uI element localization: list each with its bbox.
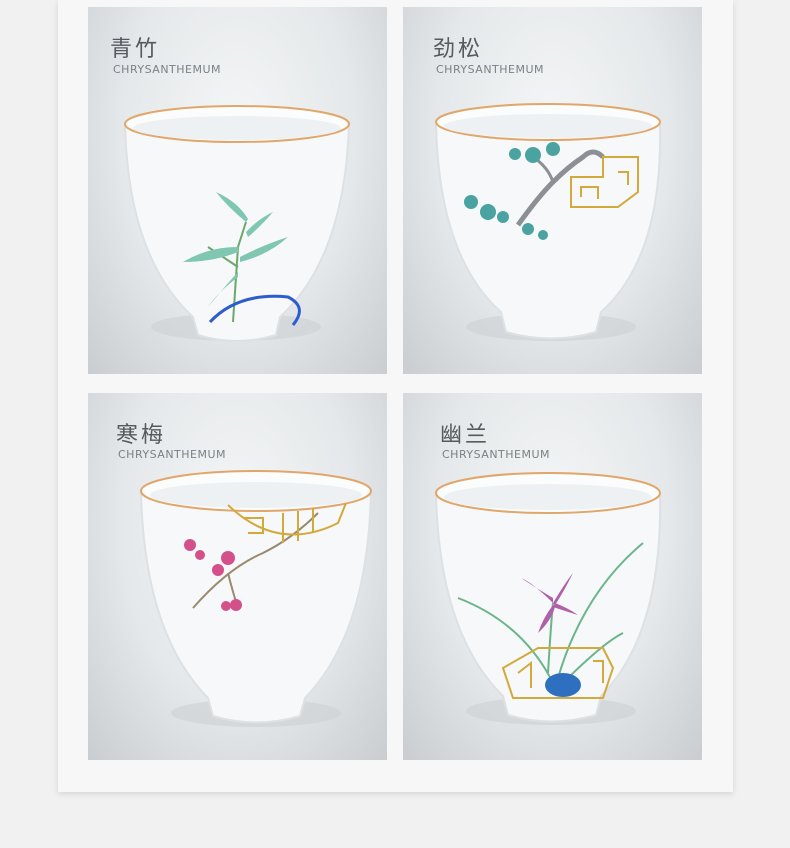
- product-name: 劲松: [433, 37, 484, 62]
- product-tile-pine[interactable]: 劲松 CHRYSANTHEMUM: [403, 7, 702, 374]
- product-name: 幽兰: [440, 423, 491, 448]
- product-tile-orchid[interactable]: 幽兰 CHRYSANTHEMUM: [403, 393, 702, 760]
- product-subtitle: CHRYSANTHEMUM: [436, 63, 545, 76]
- product-subtitle: CHRYSANTHEMUM: [118, 448, 227, 461]
- product-name: 寒梅: [116, 423, 167, 448]
- product-name: 青竹: [110, 37, 161, 62]
- product-subtitle: CHRYSANTHEMUM: [442, 448, 551, 461]
- product-gallery-card: 青竹 CHRYSANTHEMUM 劲松 CHRYSANTHEMUM 寒梅 CHR…: [58, 0, 733, 792]
- product-tile-bamboo[interactable]: 青竹 CHRYSANTHEMUM: [88, 7, 387, 374]
- product-subtitle: CHRYSANTHEMUM: [113, 63, 222, 76]
- product-tile-plum-blossom[interactable]: 寒梅 CHRYSANTHEMUM: [88, 393, 387, 760]
